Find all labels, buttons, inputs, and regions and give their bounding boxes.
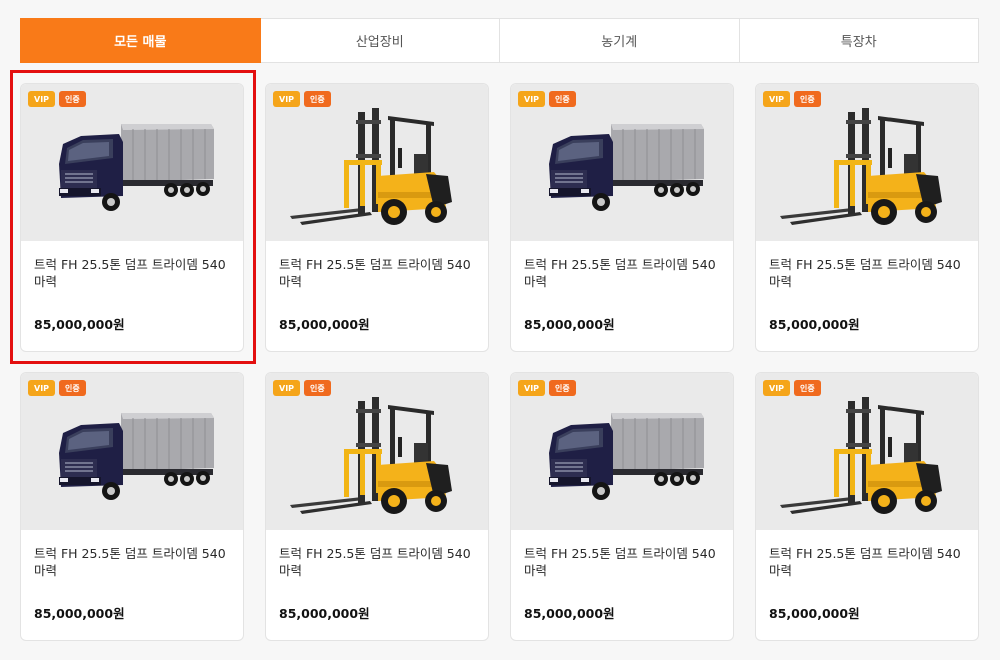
listing-card[interactable]: VIP 인증 트럭 FH 25.5톤 덤프 트라이뎀 540마력 85,000,0… [510, 372, 734, 641]
tab-industrial-equipment[interactable]: 산업장비 [260, 18, 500, 63]
tab-farm-machinery[interactable]: 농기계 [500, 18, 740, 63]
certified-badge: 인증 [304, 91, 331, 107]
truck-icon [548, 123, 705, 212]
vip-badge: VIP [518, 91, 546, 107]
listing-image: VIP 인증 [511, 84, 733, 241]
listing-price: 85,000,000원 [769, 317, 860, 332]
listing-title: 트럭 FH 25.5톤 덤프 트라이뎀 540마력 [769, 546, 961, 578]
listing-title: 트럭 FH 25.5톤 덤프 트라이뎀 540마력 [279, 257, 471, 289]
listing-price: 85,000,000원 [279, 606, 370, 621]
listing-title: 트럭 FH 25.5톤 덤프 트라이뎀 540마력 [34, 546, 226, 578]
forklift-icon [290, 397, 452, 514]
listing-image: VIP 인증 [21, 84, 243, 241]
listing-title: 트럭 FH 25.5톤 덤프 트라이뎀 540마력 [769, 257, 961, 289]
listing-image: VIP 인증 [21, 373, 243, 530]
listing-title: 트럭 FH 25.5톤 덤프 트라이뎀 540마력 [524, 546, 716, 578]
listing-price: 85,000,000원 [34, 317, 125, 332]
truck-icon [548, 412, 705, 501]
vip-badge: VIP [273, 380, 301, 396]
certified-badge: 인증 [304, 380, 331, 396]
listing-price: 85,000,000원 [34, 606, 125, 621]
listing-card[interactable]: VIP 인증 트럭 FH 25.5톤 덤프 트라이뎀 540마력 85,000,0… [20, 83, 244, 352]
certified-badge: 인증 [549, 91, 576, 107]
certified-badge: 인증 [794, 380, 821, 396]
listing-price: 85,000,000원 [524, 606, 615, 621]
listing-title: 트럭 FH 25.5톤 덤프 트라이뎀 540마력 [34, 257, 226, 289]
forklift-icon [780, 397, 942, 514]
vip-badge: VIP [763, 91, 791, 107]
vip-badge: VIP [518, 380, 546, 396]
listing-price: 85,000,000원 [279, 317, 370, 332]
truck-icon [58, 412, 215, 501]
vip-badge: VIP [28, 91, 56, 107]
category-tabs: 모든 매물 산업장비 농기계 특장차 [20, 18, 979, 63]
listing-title: 트럭 FH 25.5톤 덤프 트라이뎀 540마력 [279, 546, 471, 578]
tab-all-listings[interactable]: 모든 매물 [20, 18, 261, 63]
forklift-icon [780, 108, 942, 225]
listing-card[interactable]: VIP 인증 트럭 FH 25.5톤 덤프 트라이뎀 540마력 85,000,0… [755, 83, 979, 352]
vip-badge: VIP [273, 91, 301, 107]
listing-image: VIP 인증 [511, 373, 733, 530]
certified-badge: 인증 [794, 91, 821, 107]
listing-price: 85,000,000원 [769, 606, 860, 621]
certified-badge: 인증 [549, 380, 576, 396]
listing-card[interactable]: VIP 인증 트럭 FH 25.5톤 덤프 트라이뎀 540마력 85,000,0… [265, 83, 489, 352]
listing-image: VIP 인증 [266, 373, 488, 530]
listing-image: VIP 인증 [266, 84, 488, 241]
certified-badge: 인증 [59, 91, 86, 107]
listing-grid: VIP 인증 트럭 FH 25.5톤 덤프 트라이뎀 540마력 85,000,0… [20, 83, 979, 641]
listing-price: 85,000,000원 [524, 317, 615, 332]
listing-card[interactable]: VIP 인증 트럭 FH 25.5톤 덤프 트라이뎀 540마력 85,000,0… [20, 372, 244, 641]
listing-image: VIP 인증 [756, 84, 978, 241]
certified-badge: 인증 [59, 380, 86, 396]
listing-image: VIP 인증 [756, 373, 978, 530]
listing-card[interactable]: VIP 인증 트럭 FH 25.5톤 덤프 트라이뎀 540마력 85,000,0… [510, 83, 734, 352]
vip-badge: VIP [763, 380, 791, 396]
truck-icon [58, 123, 215, 212]
vip-badge: VIP [28, 380, 56, 396]
listing-card[interactable]: VIP 인증 트럭 FH 25.5톤 덤프 트라이뎀 540마력 85,000,0… [265, 372, 489, 641]
listing-card[interactable]: VIP 인증 트럭 FH 25.5톤 덤프 트라이뎀 540마력 85,000,0… [755, 372, 979, 641]
tab-special-vehicles[interactable]: 특장차 [739, 18, 979, 63]
listing-title: 트럭 FH 25.5톤 덤프 트라이뎀 540마력 [524, 257, 716, 289]
forklift-icon [290, 108, 452, 225]
